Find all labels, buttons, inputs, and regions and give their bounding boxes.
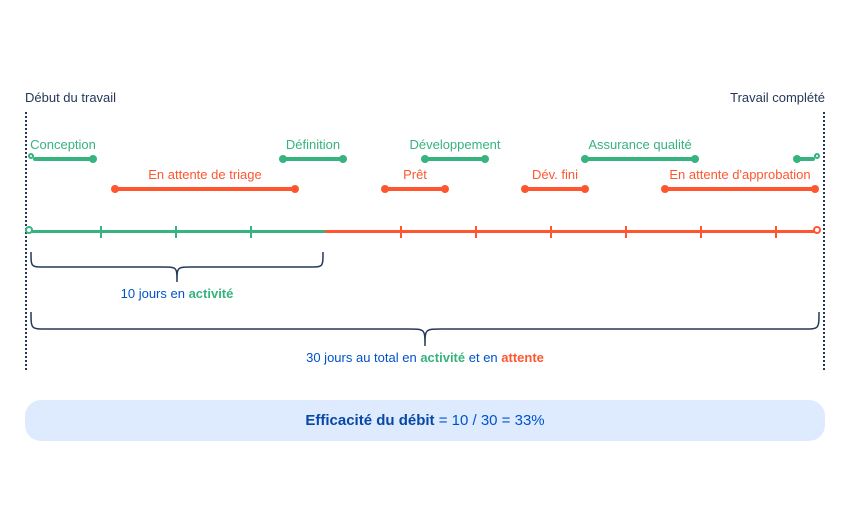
timeline-tick <box>475 226 477 238</box>
dot-icon <box>381 185 389 193</box>
dot-icon <box>481 155 489 163</box>
segment-label: Définition <box>286 137 340 152</box>
segment-label: En attente d'approbation <box>669 167 810 182</box>
timeline-tick <box>625 226 627 238</box>
active-segment <box>797 157 815 161</box>
formula-title: Efficacité du débit <box>305 412 434 429</box>
end-label: Travail complété <box>730 90 825 105</box>
timeline-tick <box>550 226 552 238</box>
timeline-start-icon <box>25 226 33 234</box>
timeline-end-icon <box>813 226 821 234</box>
dot-icon <box>521 185 529 193</box>
segment-label: Développement <box>409 137 500 152</box>
main-timeline <box>25 222 825 242</box>
segment-label: En attente de triage <box>148 167 261 182</box>
dot-icon <box>661 185 669 193</box>
open-circle-icon <box>28 153 34 159</box>
dot-icon <box>581 185 589 193</box>
dot-icon <box>291 185 299 193</box>
timeline-tick <box>775 226 777 238</box>
timeline-active-part <box>31 230 325 233</box>
open-circle-icon <box>814 153 820 159</box>
efficiency-formula: Efficacité du débit = 10 / 30 = 33% <box>25 400 825 441</box>
dot-icon <box>811 185 819 193</box>
timeline-tick <box>400 226 402 238</box>
active-segment: Conception <box>33 157 93 161</box>
wait-segment: En attente d'approbation <box>665 187 815 191</box>
phase-segments: Conception Définition Développement Assuran… <box>25 132 825 222</box>
segment-label: Assurance qualité <box>588 137 691 152</box>
active-days-text: 10 jours en activité <box>121 286 234 301</box>
wait-segment: En attente de triage <box>115 187 295 191</box>
timeline-tick <box>700 226 702 238</box>
total-days-brace: 30 jours au total en activité et en atte… <box>29 312 821 346</box>
dot-icon <box>339 155 347 163</box>
dot-icon <box>793 155 801 163</box>
wait-segment: Prêt <box>385 187 445 191</box>
dot-icon <box>581 155 589 163</box>
timeline-tick <box>175 226 177 238</box>
start-label: Début du travail <box>25 90 116 105</box>
dot-icon <box>89 155 97 163</box>
segment-label: Prêt <box>403 167 427 182</box>
formula-value: = 10 / 30 = 33% <box>435 412 545 429</box>
timeline-tick <box>250 226 252 238</box>
active-segment: Définition <box>283 157 343 161</box>
segment-label: Dév. fini <box>532 167 578 182</box>
segment-label: Conception <box>30 137 96 152</box>
flow-efficiency-diagram: Début du travail Travail complété Concep… <box>25 90 825 242</box>
dot-icon <box>421 155 429 163</box>
active-segment: Développement <box>425 157 485 161</box>
dot-icon <box>691 155 699 163</box>
active-days-brace: 10 jours en activité <box>29 252 325 282</box>
dot-icon <box>441 185 449 193</box>
wait-segment: Dév. fini <box>525 187 585 191</box>
timeline-tick <box>100 226 102 238</box>
header-row: Début du travail Travail complété <box>25 90 825 110</box>
active-segment: Assurance qualité <box>585 157 695 161</box>
dot-icon <box>279 155 287 163</box>
total-days-text: 30 jours au total en activité et en atte… <box>306 350 544 365</box>
dot-icon <box>111 185 119 193</box>
